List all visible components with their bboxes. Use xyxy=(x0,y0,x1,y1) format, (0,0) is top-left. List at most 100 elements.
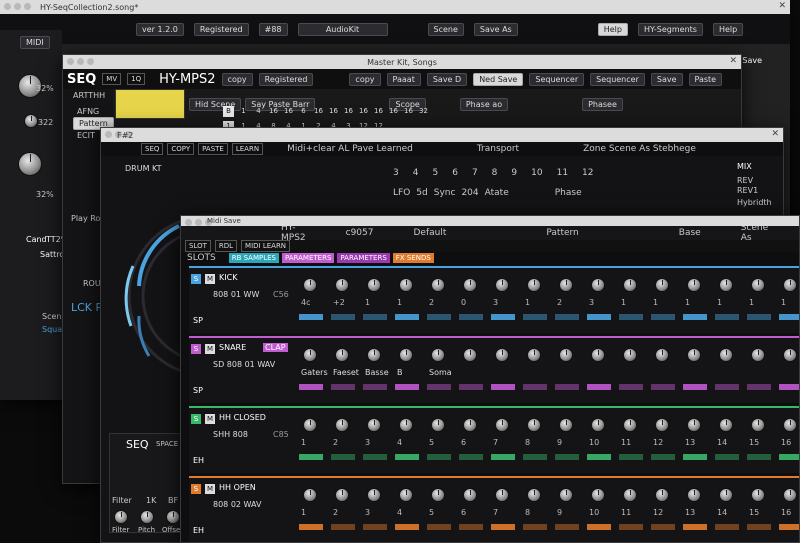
next-save-button[interactable]: Ned Save xyxy=(473,72,524,86)
step-knob[interactable] xyxy=(719,488,733,502)
step-knob[interactable] xyxy=(719,348,733,362)
sequencer-button-2[interactable]: Sequencer xyxy=(590,72,645,86)
step-knob[interactable] xyxy=(399,418,413,432)
step-bar[interactable] xyxy=(299,384,323,390)
step-bar[interactable] xyxy=(587,314,611,320)
step-knob[interactable] xyxy=(463,278,477,292)
step[interactable]: 16 xyxy=(313,106,324,117)
window-controls[interactable] xyxy=(4,3,31,10)
step-knob[interactable] xyxy=(431,488,445,502)
step-bar[interactable] xyxy=(299,314,323,320)
save-button-2[interactable]: Save xyxy=(650,72,683,86)
paste-button[interactable]: Paaat xyxy=(386,72,421,86)
step-bar[interactable] xyxy=(715,454,739,460)
step-knob[interactable] xyxy=(783,418,797,432)
step-bar[interactable] xyxy=(363,454,387,460)
step-bar[interactable] xyxy=(299,454,323,460)
step-bar[interactable] xyxy=(779,524,799,530)
step-bar[interactable] xyxy=(363,384,387,390)
step-knob[interactable] xyxy=(431,348,445,362)
step-knob[interactable] xyxy=(623,488,637,502)
step-bar[interactable] xyxy=(395,454,419,460)
step-knob[interactable] xyxy=(527,348,541,362)
step-knob[interactable] xyxy=(399,488,413,502)
scene-button[interactable]: Scene xyxy=(427,22,464,36)
step[interactable]: 16 xyxy=(388,106,399,117)
step-bar[interactable] xyxy=(331,314,355,320)
side-item-afng[interactable]: AFNG xyxy=(77,107,99,116)
lane-sample[interactable]: 808 01 WW xyxy=(213,290,259,299)
step-knob[interactable] xyxy=(591,488,605,502)
step-bar[interactable] xyxy=(587,524,611,530)
lane-sample[interactable]: 808 02 WAV xyxy=(213,500,261,509)
header-scene-as[interactable]: Scene As xyxy=(741,223,768,243)
paste-tag[interactable]: PASTE xyxy=(198,143,228,155)
solo-button[interactable]: S xyxy=(191,274,201,284)
step-bar[interactable] xyxy=(619,524,643,530)
step-knob[interactable] xyxy=(719,278,733,292)
step[interactable]: 16 xyxy=(328,106,339,117)
phase-button-2[interactable]: Phasee xyxy=(582,97,623,111)
step-bar[interactable] xyxy=(555,314,579,320)
step-bar[interactable] xyxy=(427,454,451,460)
step-bar[interactable] xyxy=(523,314,547,320)
step-bar[interactable] xyxy=(619,384,643,390)
step-bar[interactable] xyxy=(779,314,799,320)
step-bar[interactable] xyxy=(523,454,547,460)
step-knob[interactable] xyxy=(335,488,349,502)
keyboard[interactable] xyxy=(115,89,185,119)
rdl-tag[interactable]: RDL xyxy=(214,240,238,252)
step-knob[interactable] xyxy=(623,278,637,292)
step[interactable]: 16 xyxy=(343,106,354,117)
step-knob[interactable] xyxy=(527,418,541,432)
step-knob[interactable] xyxy=(751,348,765,362)
step-knob[interactable] xyxy=(463,348,477,362)
step[interactable]: 1 xyxy=(238,106,249,117)
step-bar[interactable] xyxy=(683,524,707,530)
tab-mv[interactable]: MV xyxy=(102,73,122,85)
side-item-artth[interactable]: ARTTHH xyxy=(73,91,105,100)
step-bar[interactable] xyxy=(491,524,515,530)
step-bar[interactable] xyxy=(395,524,419,530)
step-bar[interactable] xyxy=(459,524,483,530)
step-bar[interactable] xyxy=(459,454,483,460)
step-bar[interactable] xyxy=(683,384,707,390)
step-knob[interactable] xyxy=(591,278,605,292)
midi-button[interactable]: MIDI xyxy=(20,36,50,49)
close-icon-2[interactable]: ✕ xyxy=(729,56,737,66)
mute-button[interactable]: M xyxy=(205,484,215,494)
step-knob[interactable] xyxy=(303,278,317,292)
step-knob[interactable] xyxy=(335,418,349,432)
lane-sample[interactable]: SHH 808 xyxy=(213,430,248,439)
step-bar[interactable] xyxy=(555,384,579,390)
step-knob[interactable] xyxy=(367,418,381,432)
step-knob[interactable] xyxy=(399,348,413,362)
step-bar[interactable] xyxy=(747,454,771,460)
step-knob[interactable] xyxy=(655,278,669,292)
knob-2[interactable] xyxy=(24,114,38,128)
mute-button[interactable]: M xyxy=(205,344,215,354)
step-knob[interactable] xyxy=(367,488,381,502)
step-knob[interactable] xyxy=(783,488,797,502)
step[interactable]: 32 xyxy=(418,106,429,117)
step-knob[interactable] xyxy=(431,418,445,432)
step-num[interactable]: 3 xyxy=(393,168,399,178)
seq-tag[interactable]: SEQ xyxy=(141,143,164,155)
slot-tag[interactable]: SLOT xyxy=(185,240,211,252)
step-knob[interactable] xyxy=(463,488,477,502)
solo-button[interactable]: S xyxy=(191,484,201,494)
step-bar[interactable] xyxy=(651,314,675,320)
copy-tag[interactable]: COPY xyxy=(167,143,195,155)
step-knob[interactable] xyxy=(559,418,573,432)
step-knob[interactable] xyxy=(399,278,413,292)
side-item-ecit[interactable]: ECIT xyxy=(77,131,95,140)
step[interactable]: 16 xyxy=(403,106,414,117)
step-bar[interactable] xyxy=(427,524,451,530)
step-bar[interactable] xyxy=(363,524,387,530)
step-knob[interactable] xyxy=(655,348,669,362)
step-bar[interactable] xyxy=(555,454,579,460)
filter-knob[interactable] xyxy=(114,510,128,524)
step-bar[interactable] xyxy=(555,524,579,530)
step-knob[interactable] xyxy=(463,418,477,432)
tab-rb-samples[interactable]: RB SAMPLES xyxy=(228,253,279,263)
